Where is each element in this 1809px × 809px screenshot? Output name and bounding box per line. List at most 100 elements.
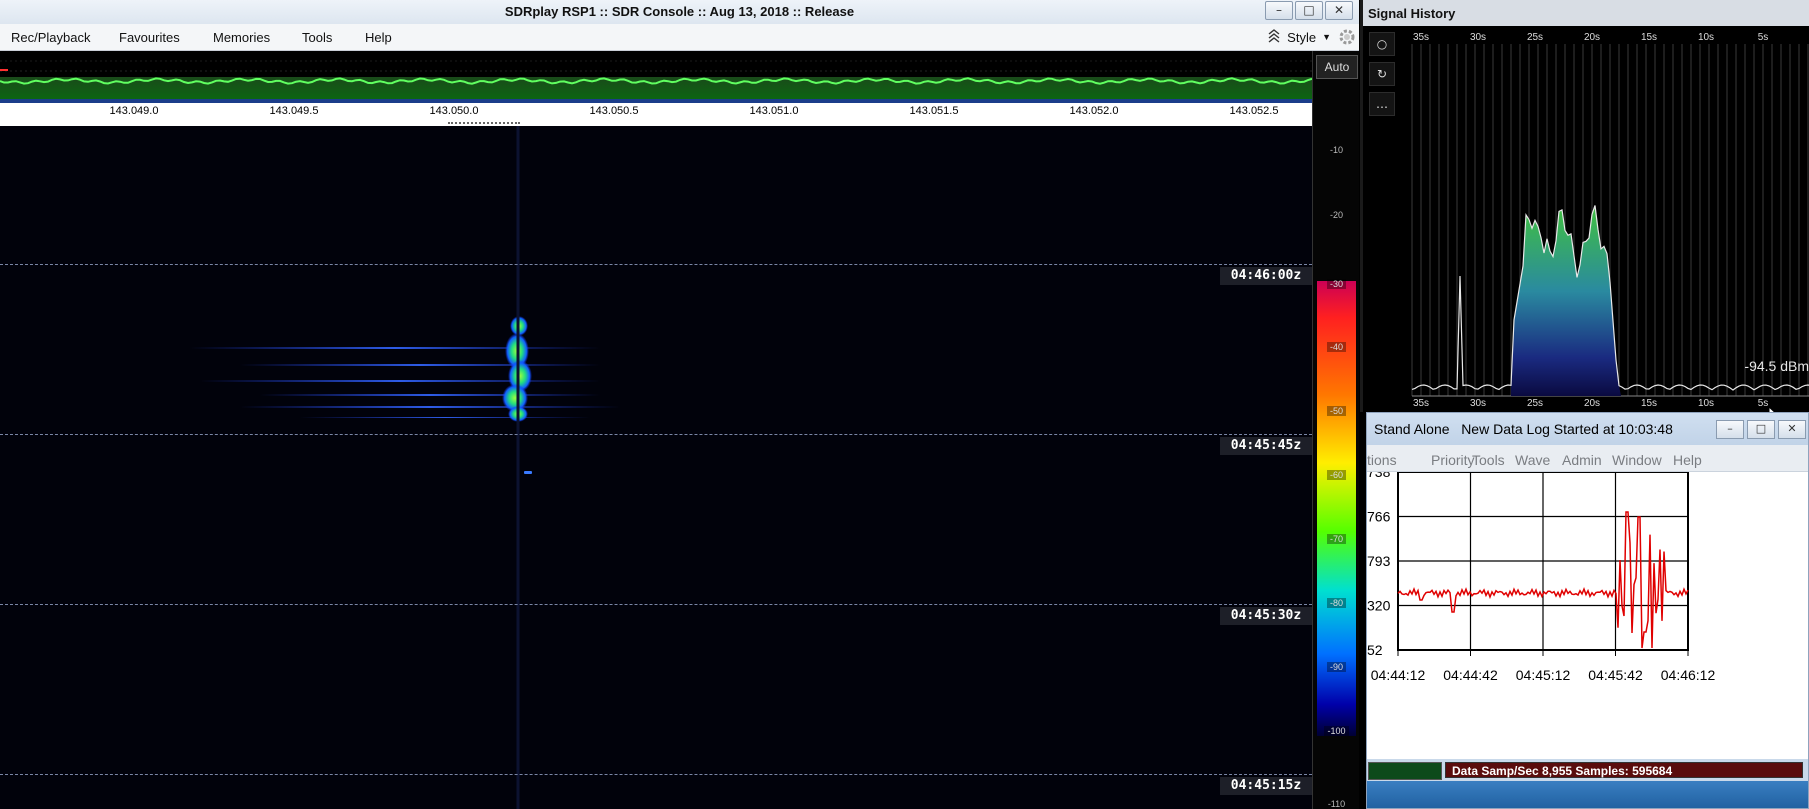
time-label: 04:46:00z: [1220, 267, 1312, 285]
maximize-button[interactable]: □: [1295, 1, 1323, 20]
data-log-menu-bar: tions Priority Tools Wave Admin Window H…: [1367, 445, 1808, 475]
time-label: 04:45:45z: [1220, 437, 1312, 455]
freq-label: 143.052.0: [1069, 105, 1119, 117]
data-log-started: New Data Log Started at 10:03:48: [1461, 421, 1673, 437]
freq-label: 143.050.5: [589, 105, 639, 117]
scale-value: -110: [1327, 799, 1346, 809]
time-tick-label: 25s: [1527, 32, 1543, 43]
time-label: 04:45:15z: [1220, 777, 1312, 795]
waterfall-signal: [190, 126, 620, 809]
spectrum-display[interactable]: [0, 51, 1312, 103]
menu-help[interactable]: Help: [1673, 445, 1702, 475]
time-tick-label: 35s: [1413, 398, 1429, 409]
menu-help[interactable]: Help: [365, 24, 392, 52]
status-indicator: [1368, 762, 1442, 780]
time-label: 04:45:30z: [1220, 607, 1312, 625]
spectrum-trace: [0, 60, 1312, 103]
time-tick-label: 5s: [1758, 32, 1769, 43]
x-axis-label: 04:45:42: [1588, 667, 1643, 683]
minimize-button[interactable]: –: [1265, 1, 1293, 20]
window-title: SDRplay RSP1 :: SDR Console :: Aug 13, 2…: [504, 4, 855, 19]
time-tick-label: 5s: [1758, 398, 1769, 409]
scale-value: -40: [1317, 342, 1356, 352]
sample-rate-status: Data Samp/Sec 8,955 Samples: 595684: [1445, 762, 1803, 778]
time-tick-label: 10s: [1698, 398, 1714, 409]
style-label: Style: [1287, 29, 1317, 45]
data-log-title-bar[interactable]: Stand Alone New Data Log Started at 10:0…: [1367, 413, 1808, 445]
signal-history-window: Signal History ○ ↻ … 35s 30s 25s 20s 15s 10s 5…: [1360, 0, 1809, 426]
y-axis-label: 793: [1367, 553, 1391, 569]
freq-label: 143.049.5: [269, 105, 319, 117]
time-tick-label: 10s: [1698, 32, 1714, 43]
menu-tools[interactable]: Tools: [1472, 445, 1505, 475]
freq-label: 143.051.0: [749, 105, 799, 117]
close-button[interactable]: ✕: [1325, 1, 1353, 20]
x-axis-label: 04:44:42: [1443, 667, 1498, 683]
data-log-window: Stand Alone New Data Log Started at 10:0…: [1366, 412, 1809, 809]
x-axis-label: 04:46:12: [1661, 667, 1716, 683]
auto-button[interactable]: Auto: [1316, 55, 1358, 79]
menu-rec-playback[interactable]: Rec/Playback: [11, 24, 90, 52]
time-tick-label: 15s: [1641, 398, 1657, 409]
time-tick-label: 35s: [1413, 32, 1429, 43]
time-gridline: [0, 434, 1312, 435]
taskbar-strip: [1367, 781, 1808, 808]
data-log-chart[interactable]: 738 766 793 320 52 04:44:12 04:44:42 04:45:12 0…: [1367, 464, 1809, 759]
menu-options[interactable]: tions: [1367, 445, 1397, 475]
window-title-bar[interactable]: SDRplay RSP1 :: SDR Console :: Aug 13, 2…: [0, 0, 1359, 24]
scale-value: -60: [1317, 470, 1356, 480]
x-axis-label: 04:45:12: [1516, 667, 1571, 683]
time-tick-label: 15s: [1641, 32, 1657, 43]
y-axis-label: 766: [1367, 509, 1391, 525]
color-scale-bar[interactable]: -30 -40 -50 -60 -70 -80 -90 -100: [1317, 279, 1356, 736]
menu-admin[interactable]: Admin: [1562, 445, 1602, 475]
scale-value: -50: [1317, 406, 1356, 416]
menu-favourites[interactable]: Favourites: [119, 24, 180, 52]
menu-memories[interactable]: Memories: [213, 24, 270, 52]
menu-bar: Rec/Playback Favourites Memories Tools H…: [0, 24, 1359, 51]
freq-label: 143.049.0: [109, 105, 159, 117]
y-axis-label: 738: [1367, 472, 1391, 480]
data-log-mode: Stand Alone: [1374, 421, 1450, 437]
y-axis-label: 52: [1367, 642, 1383, 658]
frequency-axis: 143.049.0 143.049.5 143.050.0 143.050.5 …: [0, 103, 1312, 120]
gear-icon[interactable]: [1337, 27, 1357, 47]
maximize-button[interactable]: □: [1747, 420, 1775, 439]
scale-value: -70: [1317, 534, 1356, 544]
style-selector[interactable]: Style ▼: [1267, 24, 1359, 50]
time-tick-label: 30s: [1470, 398, 1486, 409]
freq-label: 143.052.5: [1229, 105, 1279, 117]
freq-label: 143.050.0: [429, 105, 479, 117]
freq-label: 143.051.5: [909, 105, 959, 117]
window-controls: – □ ✕: [1265, 1, 1353, 20]
data-log-title: Stand Alone New Data Log Started at 10:0…: [1374, 413, 1673, 445]
menu-window[interactable]: Window: [1612, 445, 1662, 475]
waterfall-display[interactable]: 04:46:00z 04:45:45z 04:45:30z 04:45:15z: [0, 126, 1312, 809]
data-log-body: 738 766 793 320 52 04:44:12 04:44:42 04:45:12 0…: [1367, 464, 1809, 772]
data-log-window-controls: – □ ✕: [1716, 420, 1806, 439]
time-gridline: [0, 264, 1312, 265]
close-button[interactable]: ✕: [1778, 420, 1806, 439]
time-tick-label: 30s: [1470, 32, 1486, 43]
signal-history-title: Signal History: [1363, 0, 1809, 26]
menu-priority[interactable]: Priority: [1431, 445, 1475, 475]
style-icon: [1268, 29, 1280, 43]
scale-value: -20: [1329, 210, 1343, 220]
signal-level-readout: -94.5 dBm: [1744, 358, 1809, 374]
sdr-console-window: SDRplay RSP1 :: SDR Console :: Aug 13, 2…: [0, 0, 1359, 809]
scale-value: -100: [1317, 726, 1356, 736]
minimize-button[interactable]: –: [1716, 420, 1744, 439]
time-gridline: [0, 774, 1312, 775]
scale-value: -10: [1329, 145, 1343, 155]
menu-tools[interactable]: Tools: [302, 24, 332, 52]
scale-value: -30: [1317, 279, 1356, 289]
signal-history-plot[interactable]: 35s 30s 25s 20s 15s 10s 5s 35s 30s 25s 20s 15s 10s 5…: [1363, 26, 1809, 412]
time-tick-label: 20s: [1584, 32, 1600, 43]
x-axis-label: 04:44:12: [1371, 667, 1426, 683]
scale-value: -80: [1317, 598, 1356, 608]
time-tick-label: 20s: [1584, 398, 1600, 409]
menu-wave[interactable]: Wave: [1515, 445, 1550, 475]
time-tick-label: 25s: [1527, 398, 1543, 409]
scale-value: -90: [1317, 662, 1356, 672]
time-gridline: [0, 604, 1312, 605]
